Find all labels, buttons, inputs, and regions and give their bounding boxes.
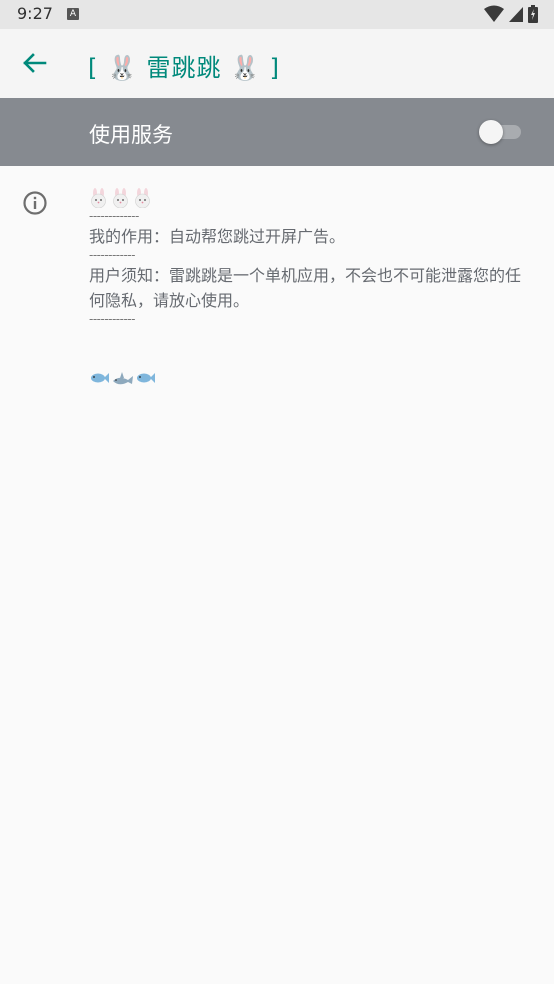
rabbit-icon	[91, 188, 106, 208]
separator-line: -------------	[89, 209, 139, 223]
shark-icon	[113, 372, 133, 385]
rabbit-icon	[113, 188, 128, 208]
separator-line: ------------	[89, 312, 135, 326]
fish-icon	[91, 373, 109, 383]
cell-signal-icon	[509, 7, 523, 22]
status-bar: 9:27 A	[0, 0, 554, 29]
status-icons	[484, 5, 538, 23]
wifi-icon	[484, 5, 504, 22]
rabbit-emoji-row	[89, 186, 529, 210]
service-switch[interactable]	[479, 120, 523, 144]
switch-thumb	[479, 120, 503, 144]
status-time: 9:27	[17, 4, 53, 23]
back-button[interactable]	[14, 43, 54, 83]
notification-a-icon: A	[67, 8, 79, 20]
page-title: [ 🐰 雷跳跳 🐰 ]	[88, 54, 281, 82]
battery-icon	[528, 5, 538, 23]
app-bar: [ 🐰 雷跳跳 🐰 ]	[0, 29, 554, 98]
info-content: ------------- 我的作用：自动帮您跳过开屏广告。 ---------…	[89, 186, 529, 389]
usage-text: 我的作用：自动帮您跳过开屏广告。	[89, 227, 346, 246]
arrow-back-icon	[23, 53, 47, 73]
service-label: 使用服务	[89, 123, 173, 147]
fish-icon	[137, 373, 155, 383]
service-toggle-row[interactable]: 使用服务	[0, 98, 554, 166]
privacy-notice-text: 用户须知：雷跳跳是一个单机应用，不会也不可能泄露您的任何隐私，请放心使用。	[89, 266, 522, 310]
info-icon	[23, 191, 47, 215]
fish-emoji-row	[89, 371, 529, 389]
rabbit-icon	[135, 188, 150, 208]
separator-line: ------------	[89, 248, 135, 262]
